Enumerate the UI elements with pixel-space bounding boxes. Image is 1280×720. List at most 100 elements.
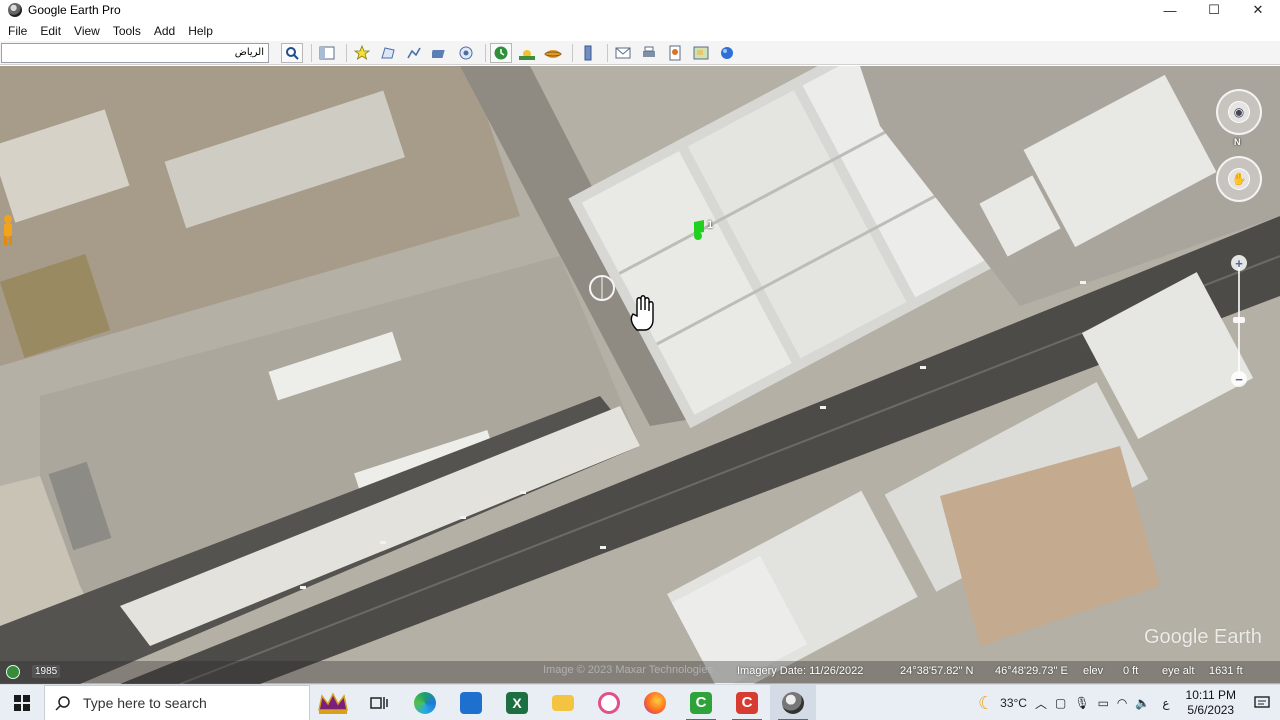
menu-add[interactable]: Add xyxy=(149,24,180,38)
edge-icon xyxy=(414,691,436,714)
window-title: Google Earth Pro xyxy=(28,3,121,17)
print-button[interactable] xyxy=(638,43,660,63)
longitude: 46°48'29.73" E xyxy=(995,665,1068,677)
windows-logo-icon xyxy=(14,694,30,711)
look-control[interactable]: ◉ xyxy=(1216,89,1262,135)
menu-bar: File Edit View Tools Add Help xyxy=(0,21,218,41)
weather-widget[interactable]: ☾ 33°C xyxy=(974,685,1031,720)
toolbar-separator xyxy=(485,43,486,62)
record-tour-button[interactable] xyxy=(455,43,477,63)
window-controls: — ☐ ✕ xyxy=(1148,0,1280,20)
toolbar-separator xyxy=(607,43,608,62)
view-in-maps-button[interactable] xyxy=(690,43,712,63)
title-bar: Google Earth Pro — ☐ ✕ xyxy=(0,0,1280,20)
language-indicator[interactable]: ع xyxy=(1154,685,1177,720)
eye-alt-value: 1631 ft xyxy=(1209,665,1243,677)
clock-time: 10:11 PM xyxy=(1185,688,1236,702)
planets-icon xyxy=(544,49,562,58)
google-earth-window: Google Earth Pro — ☐ ✕ File Edit View To… xyxy=(0,0,1280,720)
firefox-icon xyxy=(644,691,666,714)
crown-app-icon xyxy=(318,691,348,714)
taskbar-camtasia-green[interactable]: C xyxy=(678,685,724,720)
eye-icon: ◉ xyxy=(1228,101,1250,123)
ruler-button[interactable] xyxy=(577,43,599,63)
menu-tools[interactable]: Tools xyxy=(108,24,146,38)
add-image-overlay-button[interactable] xyxy=(429,43,451,63)
taskbar-google-earth[interactable] xyxy=(770,684,816,720)
search-button[interactable] xyxy=(281,42,303,63)
google-earth-watermark: Google Earth xyxy=(1144,626,1262,648)
add-path-button[interactable] xyxy=(403,43,425,63)
hand-icon: ✋ xyxy=(1228,168,1250,190)
elevation-value: 0 ft xyxy=(1123,665,1139,677)
add-placemark-button[interactable] xyxy=(351,43,373,63)
taskbar-task-view[interactable] xyxy=(356,685,402,720)
camtasia-green-icon: C xyxy=(690,691,712,714)
earth-button[interactable] xyxy=(716,43,738,63)
hand-cursor-icon xyxy=(630,295,654,331)
notification-icon xyxy=(1254,696,1270,708)
minimize-button[interactable]: — xyxy=(1148,0,1192,20)
taskbar-edge[interactable] xyxy=(402,685,448,720)
map-viewport[interactable]: 1 N ◉ ✋ + − Image © 2023 Maxar Technolog… xyxy=(0,66,1280,684)
zoom-in-button[interactable]: + xyxy=(1231,255,1247,271)
latitude: 24°38'57.82" N xyxy=(900,665,974,677)
zoom-out-button[interactable]: − xyxy=(1231,371,1247,387)
start-button[interactable] xyxy=(0,685,44,720)
year-badge: 1985 xyxy=(32,665,61,678)
search-input[interactable] xyxy=(1,42,269,63)
microphone-icon: 🎙 xyxy=(1074,696,1090,710)
sunlight-button[interactable] xyxy=(516,43,538,63)
volume-indicator[interactable]: 🔈 xyxy=(1131,685,1154,720)
taskbar-mail[interactable] xyxy=(448,685,494,720)
maximize-button[interactable]: ☐ xyxy=(1192,0,1236,20)
app-icon-pink xyxy=(598,691,620,714)
email-button[interactable] xyxy=(612,43,634,63)
speaker-icon: 🔈 xyxy=(1135,696,1151,710)
meet-icon: ▢ xyxy=(1054,696,1067,710)
street-view-pegman-icon[interactable] xyxy=(0,214,16,248)
meet-now-button[interactable]: ▢ xyxy=(1051,685,1070,720)
add-polygon-button[interactable] xyxy=(377,43,399,63)
notifications-button[interactable] xyxy=(1244,685,1280,720)
taskbar-pink-app[interactable] xyxy=(586,685,632,720)
zoom-slider[interactable]: + − xyxy=(1230,255,1248,387)
chevron-up-icon: ︿ xyxy=(1034,696,1047,711)
network-indicator[interactable]: ◠ xyxy=(1113,685,1131,720)
toolbar-separator xyxy=(346,43,347,62)
toolbar xyxy=(0,41,1280,65)
menu-file[interactable]: File xyxy=(3,24,32,38)
taskbar-crown-app[interactable] xyxy=(310,685,356,720)
move-control[interactable]: ✋ xyxy=(1216,156,1262,202)
close-button[interactable]: ✕ xyxy=(1236,0,1280,20)
record-tour-icon xyxy=(459,46,473,59)
zoom-thumb[interactable] xyxy=(1233,317,1245,323)
placemark-icon xyxy=(354,44,370,60)
google-earth-taskbar-icon xyxy=(782,691,804,714)
toolbar-separator xyxy=(572,43,573,62)
polygon-icon xyxy=(381,46,395,58)
system-tray: ☾ 33°C ︿ ▢ 🎙 ▭ ◠ 🔈 ع 10:11 PM 5/6/2023 xyxy=(974,685,1280,720)
taskbar-search-box[interactable]: Type here to search xyxy=(44,684,310,720)
save-image-button[interactable] xyxy=(664,43,686,63)
historical-imagery-button[interactable] xyxy=(490,42,512,63)
microphone-button[interactable]: 🎙 xyxy=(1070,685,1093,720)
planets-button[interactable] xyxy=(542,43,564,63)
menu-edit[interactable]: Edit xyxy=(35,24,66,38)
historical-imagery-icon[interactable] xyxy=(6,665,20,679)
menu-help[interactable]: Help xyxy=(183,24,218,38)
moon-icon: ☾ xyxy=(978,692,995,713)
taskbar-file-explorer[interactable] xyxy=(540,685,586,720)
view-in-maps-icon xyxy=(693,46,709,59)
save-image-icon xyxy=(669,45,681,60)
show-hidden-icons-button[interactable]: ︿ xyxy=(1031,685,1051,720)
clock-date: 5/6/2023 xyxy=(1187,703,1235,717)
menu-view[interactable]: View xyxy=(69,24,105,38)
taskbar-excel[interactable]: X xyxy=(494,685,540,720)
taskbar-camtasia-red[interactable]: C xyxy=(724,685,770,720)
taskbar-firefox[interactable] xyxy=(632,685,678,720)
clock[interactable]: 10:11 PM 5/6/2023 xyxy=(1178,688,1244,718)
satellite-imagery xyxy=(0,66,1280,684)
battery-indicator[interactable]: ▭ xyxy=(1094,685,1113,720)
sidebar-toggle-button[interactable] xyxy=(316,43,338,63)
